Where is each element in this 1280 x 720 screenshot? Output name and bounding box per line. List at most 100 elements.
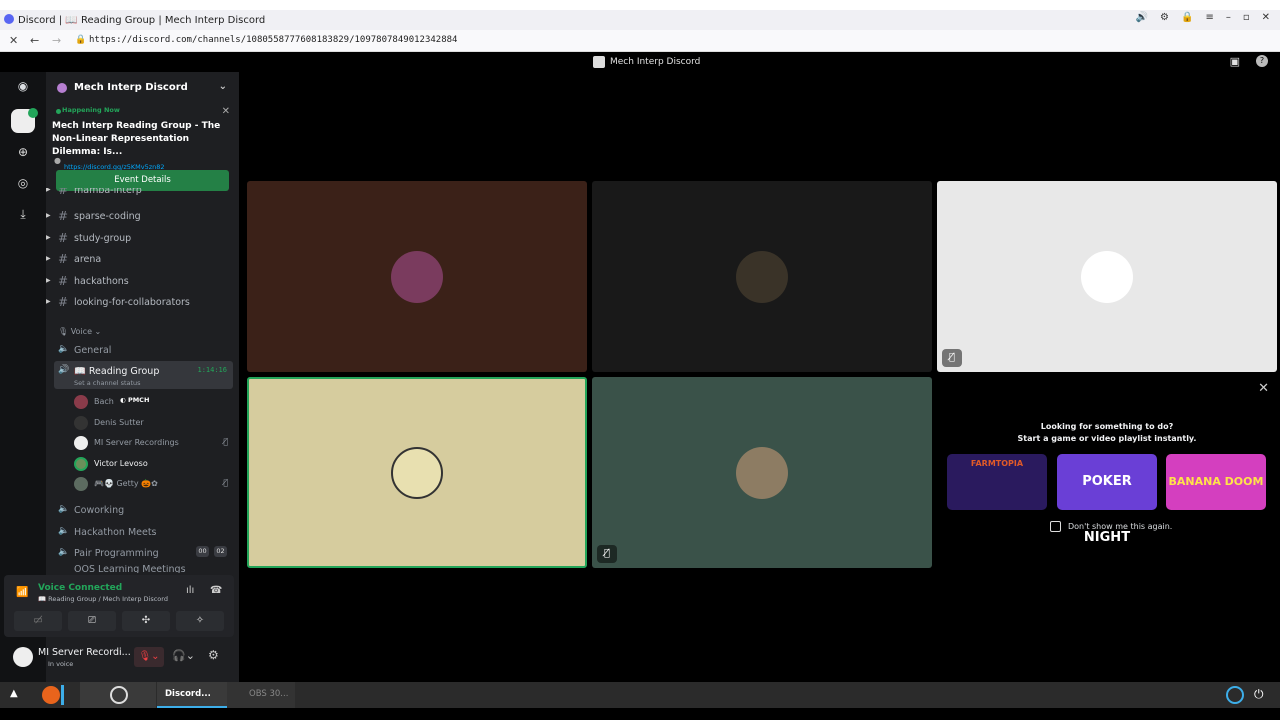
speaker-icon: 🔈 <box>58 504 70 514</box>
noise-suppression-icon[interactable]: ılı <box>186 585 194 596</box>
hash-icon: # <box>58 295 69 309</box>
video-tile[interactable] <box>592 181 932 372</box>
voice-category-label: Voice <box>70 327 92 336</box>
voice-connected-panel: 📶 Voice Connected 📖 Reading Group / Mech… <box>4 575 234 637</box>
maximize-button[interactable]: ▫ <box>1243 12 1250 23</box>
voice-connected-subtitle[interactable]: 📖 Reading Group / Mech Interp Discord <box>38 595 168 603</box>
muted-mic-icon[interactable]: 🎙⌄ <box>134 647 164 667</box>
game-title: FARMTOPIA <box>970 459 1024 468</box>
video-tile[interactable] <box>247 181 587 372</box>
menu-icon[interactable]: ≡ <box>1205 12 1213 23</box>
voice-channel-partial[interactable]: OOS Learning Meetings <box>54 565 233 573</box>
obs-icon[interactable] <box>110 686 128 704</box>
avatar <box>736 446 788 499</box>
video-tile[interactable]: 🎙̸ <box>592 377 932 568</box>
voice-channel-name: Pair Programming <box>74 548 159 559</box>
minimize-button[interactable]: – <box>1226 12 1231 23</box>
channel-item[interactable]: ▶ # arena <box>46 249 239 269</box>
voice-channel-coworking[interactable]: 🔈 Coworking <box>54 500 233 520</box>
channel-item[interactable]: ▶ # looking-for-collaborators <box>46 292 239 312</box>
headphones-icon[interactable]: 🎧⌄ <box>172 649 195 662</box>
help-icon[interactable]: ? <box>1256 55 1268 67</box>
channel-name: looking-for-collaborators <box>74 297 190 308</box>
taskbar-obs[interactable]: OBS 30... <box>227 682 295 708</box>
avatar <box>391 446 443 499</box>
discover-icon[interactable]: ◎ <box>11 171 35 195</box>
voice-member[interactable]: Denis Sutter <box>74 415 234 433</box>
channel-status[interactable]: Set a channel status <box>74 379 141 387</box>
close-window-button[interactable]: ✕ <box>1262 12 1270 23</box>
back-icon[interactable]: ← <box>30 34 39 47</box>
voice-channel-name: OOS Learning Meetings <box>74 565 186 573</box>
member-name: MI Server Recordings <box>94 438 179 447</box>
speaker-icon: 🔈 <box>58 344 70 354</box>
disconnect-icon[interactable]: ☎ <box>210 585 222 596</box>
forward-icon[interactable]: → <box>52 34 61 47</box>
video-tile[interactable]: 🎙̸ <box>937 181 1277 372</box>
extensions-icon[interactable]: ⚙ <box>1160 12 1169 23</box>
voice-channel-reading-group[interactable]: 🔊 📖 Reading Group 1:14:16 Set a channel … <box>54 361 233 389</box>
voice-channel-general[interactable]: 🔈 General <box>54 340 233 360</box>
voice-indicator-icon <box>28 108 38 118</box>
speaker-icon: 🔊 <box>58 365 70 375</box>
game-card[interactable]: BANANA DOOM <box>1166 454 1266 510</box>
event-status: Happening Now <box>62 106 232 114</box>
member-name: Bach <box>94 397 114 406</box>
discord-home-icon[interactable]: ◉ <box>11 74 35 98</box>
voice-member[interactable]: Bach ◐ PMCH <box>74 394 234 412</box>
activities-button[interactable]: ✣ <box>122 611 170 631</box>
lock-icon[interactable]: 🔒 <box>1181 12 1193 23</box>
channel-item[interactable]: ▶ # sparse-coding <box>46 206 239 226</box>
dont-show-checkbox[interactable] <box>1050 521 1061 532</box>
download-icon[interactable]: ⤓ <box>11 202 35 226</box>
screen-share-button[interactable]: ⎚ <box>68 611 116 631</box>
voice-member[interactable]: MI Server Recordings 🎙̸ <box>74 435 234 453</box>
voice-member[interactable]: Victor Levoso <box>74 456 234 474</box>
voice-connected-title[interactable]: Voice Connected <box>38 583 122 593</box>
channel-name: study-group <box>74 233 132 244</box>
channel-item[interactable]: ▶ # hackathons <box>46 271 239 291</box>
hash-icon: # <box>58 209 69 223</box>
browser-tab-title[interactable]: Discord | 📖 Reading Group | Mech Interp … <box>18 15 265 26</box>
server-header[interactable]: Mech Interp Discord ⌄ <box>46 72 239 104</box>
close-icon[interactable]: ✕ <box>1258 381 1269 396</box>
voice-channel-pair[interactable]: 🔈 Pair Programming 00 02 <box>54 543 233 563</box>
padlock-icon[interactable]: 🔒 <box>75 35 86 45</box>
camera-off-button[interactable]: ▭̸ <box>14 611 62 631</box>
channel-item[interactable]: ▶ # study-group <box>46 228 239 248</box>
close-icon[interactable]: ✕ <box>222 106 230 117</box>
gear-icon[interactable]: ⚙ <box>208 648 219 662</box>
dont-show-label[interactable]: Don't show me this again. <box>1068 522 1172 531</box>
voice-member[interactable]: 🎮💀 Getty 🎃✿ 🎙̸ <box>74 476 234 494</box>
channel-item[interactable]: ▶ # mamba-interp <box>46 188 239 198</box>
soundboard-button[interactable]: ✧ <box>176 611 224 631</box>
speaker-icon[interactable]: 🔊 <box>1136 12 1148 23</box>
inbox-icon[interactable]: ▣ <box>1230 55 1240 68</box>
muted-mic-icon: 🎙̸ <box>942 349 962 367</box>
avatar <box>74 457 88 471</box>
voice-channel-hackathon[interactable]: 🔈 Hackathon Meets <box>54 522 233 542</box>
taskbar-discord[interactable]: Discord... <box>157 682 227 708</box>
avatar <box>74 416 88 430</box>
url-text[interactable]: https://discord.com/channels/10805587776… <box>89 35 457 45</box>
voice-channel-name: General <box>74 345 112 356</box>
chevron-down-icon[interactable]: ⌄ <box>219 81 227 92</box>
channel-name: hackathons <box>74 276 129 287</box>
os-taskbar: ▲ Discord... OBS 30... ⏻ <box>0 682 1280 708</box>
avatar <box>74 477 88 491</box>
user-name[interactable]: MI Server Recordi... <box>38 647 131 658</box>
avatar[interactable] <box>13 647 33 667</box>
user-status: In voice <box>48 660 74 668</box>
game-card[interactable]: POKER NIGHT <box>1057 454 1157 545</box>
add-server-icon[interactable]: ⊕ <box>11 140 35 164</box>
voice-category[interactable]: 🎙 Voice ⌄ <box>58 327 101 336</box>
server-icon <box>593 56 605 68</box>
active-indicator <box>61 685 64 705</box>
event-title[interactable]: Mech Interp Reading Group - The Non-Line… <box>52 120 232 159</box>
game-card[interactable]: FARMTOPIA <box>947 454 1047 510</box>
firefox-icon[interactable] <box>42 686 60 704</box>
stop-icon[interactable]: ✕ <box>9 34 18 47</box>
video-tile-speaking[interactable] <box>247 377 587 568</box>
status-ring-icon[interactable] <box>1226 686 1244 704</box>
hash-icon: # <box>58 188 69 197</box>
